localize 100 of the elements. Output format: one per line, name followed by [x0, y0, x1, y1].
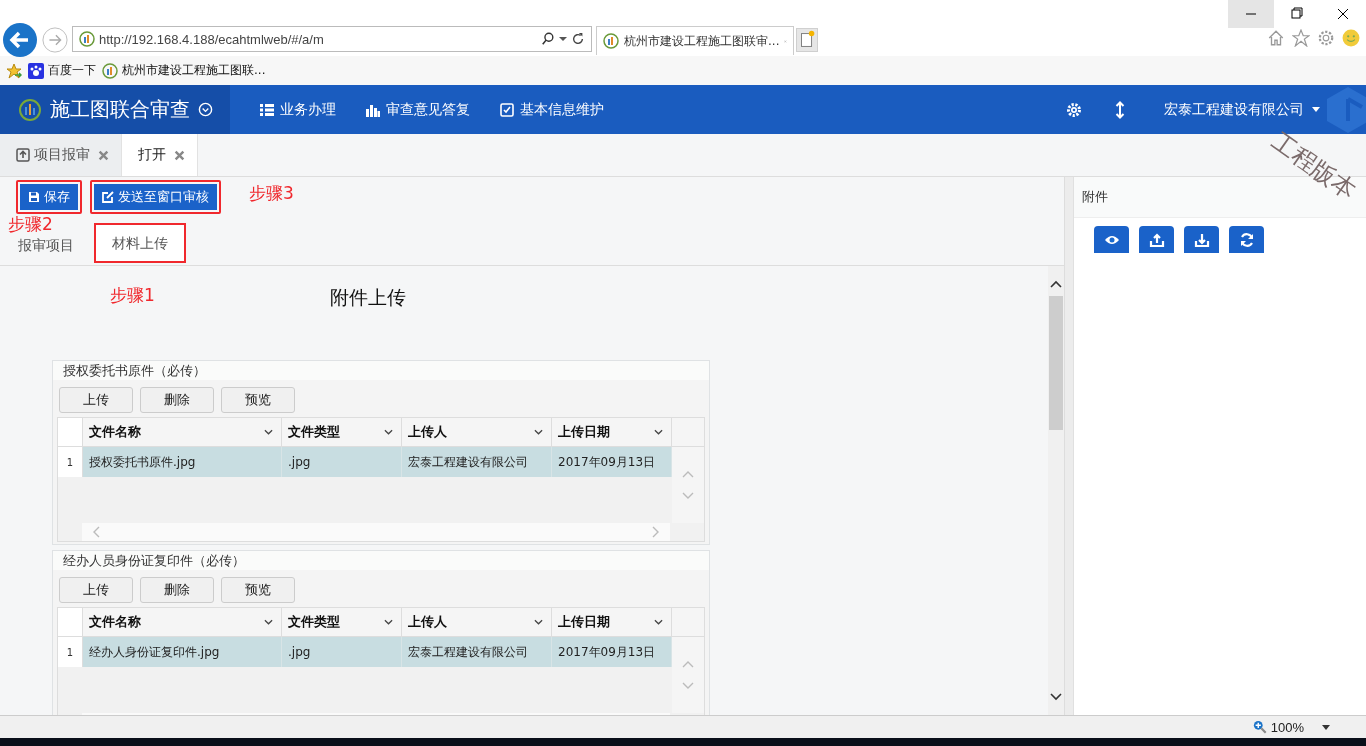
panel-button[interactable]: 删除	[140, 577, 214, 603]
row-number: 1	[58, 447, 83, 477]
refresh-icon[interactable]	[571, 32, 585, 46]
forward-icon[interactable]	[42, 27, 68, 53]
home-icon[interactable]	[1267, 29, 1285, 47]
column-header[interactable]: 文件名称	[83, 418, 282, 446]
column-header[interactable]: 文件类型	[282, 608, 402, 636]
caret-icon	[1312, 107, 1320, 112]
chevron-down-icon	[384, 429, 393, 435]
table-cell: 宏泰工程建设有限公司	[402, 447, 552, 477]
favorite-link[interactable]: 百度一下	[28, 62, 96, 79]
settings-icon[interactable]	[1066, 100, 1082, 119]
close-icon[interactable]	[98, 149, 109, 161]
content-tab[interactable]: 报审项目	[6, 233, 86, 263]
toolbar-button[interactable]: 发送至窗口审核	[90, 180, 221, 214]
upload-box-icon	[16, 148, 30, 162]
edit-icon	[102, 191, 114, 203]
close-icon[interactable]	[174, 149, 185, 161]
dropdown-icon[interactable]	[559, 35, 567, 43]
new-tab-icon[interactable]	[796, 27, 818, 53]
zoom-level[interactable]: 100%	[1270, 719, 1304, 735]
chevron-down-icon	[264, 619, 273, 625]
column-header[interactable]: 文件类型	[282, 418, 402, 446]
section-heading: 附件上传	[330, 285, 406, 310]
table-row[interactable]: 1 授权委托书原件.jpg .jpg 宏泰工程建设有限公司 2017年09月13日	[58, 447, 672, 477]
table-cell: 2017年09月13日	[552, 637, 672, 667]
user-menu[interactable]: 宏泰工程建设有限公司	[1164, 100, 1320, 119]
chevron-right-icon[interactable]	[652, 526, 660, 538]
favorite-link[interactable]: 杭州市建设工程施工图联...	[102, 62, 266, 79]
settings-icon[interactable]	[1317, 29, 1335, 47]
page-tab[interactable]: 打开	[122, 134, 198, 176]
address-bar[interactable]: http://192.168.4.188/ecahtmlweb/#/a/m	[72, 26, 592, 52]
bar-chart-icon	[366, 102, 380, 117]
back-icon[interactable]	[2, 22, 38, 58]
app-title: 施工图联合审查	[50, 96, 190, 123]
table-cell: .jpg	[282, 637, 402, 667]
chevron-down-icon	[534, 429, 543, 435]
chevron-down-icon	[384, 619, 393, 625]
icon-button[interactable]	[1184, 226, 1219, 253]
site-logo-icon	[603, 33, 619, 49]
table-cell: 经办人身份证复印件.jpg	[83, 637, 282, 667]
chevron-down-icon	[654, 619, 663, 625]
download-icon	[1193, 231, 1210, 248]
row-number: 1	[58, 637, 83, 667]
browser-tab[interactable]: 杭州市建设工程施工图联审...	[596, 26, 794, 55]
toolbar-button[interactable]: 保存	[16, 180, 82, 214]
panel-button[interactable]: 上传	[59, 577, 133, 603]
floppy-icon	[28, 191, 40, 203]
scrollbar[interactable]	[82, 523, 670, 541]
content-tab[interactable]: 材料上传	[94, 223, 186, 263]
step-annotation: 步骤3	[249, 181, 294, 205]
checkbox-icon	[500, 102, 514, 117]
chevron-down-icon[interactable]	[1050, 693, 1062, 701]
step-annotation: 步骤2	[8, 213, 53, 236]
panel-button[interactable]: 预览	[221, 577, 295, 603]
column-header[interactable]: 上传日期	[552, 608, 672, 636]
chevron-up-icon[interactable]	[1050, 280, 1062, 288]
table-cell: 授权委托书原件.jpg	[83, 447, 282, 477]
nav-menu-item[interactable]: 基本信息维护	[500, 100, 604, 119]
panel-title: 经办人员身份证复印件（必传）	[53, 551, 709, 570]
panel-button[interactable]: 上传	[59, 387, 133, 413]
search-icon[interactable]	[541, 32, 555, 46]
list-icon	[260, 102, 274, 117]
icon-button[interactable]	[1094, 226, 1129, 253]
table-cell: .jpg	[282, 447, 402, 477]
paw-icon	[28, 62, 44, 79]
splitter-handle[interactable]	[1064, 177, 1073, 715]
chevron-down-icon	[264, 429, 273, 435]
column-header[interactable]: 文件名称	[83, 608, 282, 636]
panel-button[interactable]: 删除	[140, 387, 214, 413]
table-cell: 宏泰工程建设有限公司	[402, 637, 552, 667]
smiley-icon[interactable]	[1342, 29, 1360, 47]
nav-menu-item[interactable]: 业务办理	[260, 100, 336, 119]
panel-title: 授权委托书原件（必传）	[53, 361, 709, 380]
nav-menu-item[interactable]: 审查意见答复	[366, 100, 470, 119]
panel-button[interactable]: 预览	[221, 387, 295, 413]
tab-title: 杭州市建设工程施工图联审...	[624, 32, 780, 50]
icon-button[interactable]	[1139, 226, 1174, 253]
scrollbar[interactable]	[1048, 266, 1064, 715]
url-text: http://192.168.4.188/ecahtmlweb/#/a/m	[99, 31, 325, 47]
step-annotation: 步骤1	[110, 284, 155, 307]
site-logo-icon	[102, 62, 118, 79]
chevron-circle-icon[interactable]	[198, 102, 213, 117]
table-cell: 2017年09月13日	[552, 447, 672, 477]
chevron-down-icon	[534, 619, 543, 625]
caret-icon[interactable]	[1322, 724, 1330, 730]
upload-icon	[1148, 231, 1165, 248]
column-header[interactable]: 上传人	[402, 418, 552, 446]
page-tab[interactable]: 项目报审	[0, 134, 122, 176]
scrollbar-thumb[interactable]	[1049, 296, 1063, 430]
zoom-icon[interactable]	[1252, 720, 1267, 734]
table-row[interactable]: 1 经办人身份证复印件.jpg .jpg 宏泰工程建设有限公司 2017年09月13日	[58, 637, 672, 667]
star-icon[interactable]	[1292, 29, 1310, 47]
site-logo-icon	[79, 31, 95, 47]
app-logo-icon	[18, 97, 42, 122]
column-header[interactable]: 上传人	[402, 608, 552, 636]
icon-button[interactable]	[1229, 226, 1264, 253]
column-header[interactable]: 上传日期	[552, 418, 672, 446]
chevron-left-icon[interactable]	[92, 526, 100, 538]
favorites-star-icon[interactable]	[6, 62, 22, 79]
